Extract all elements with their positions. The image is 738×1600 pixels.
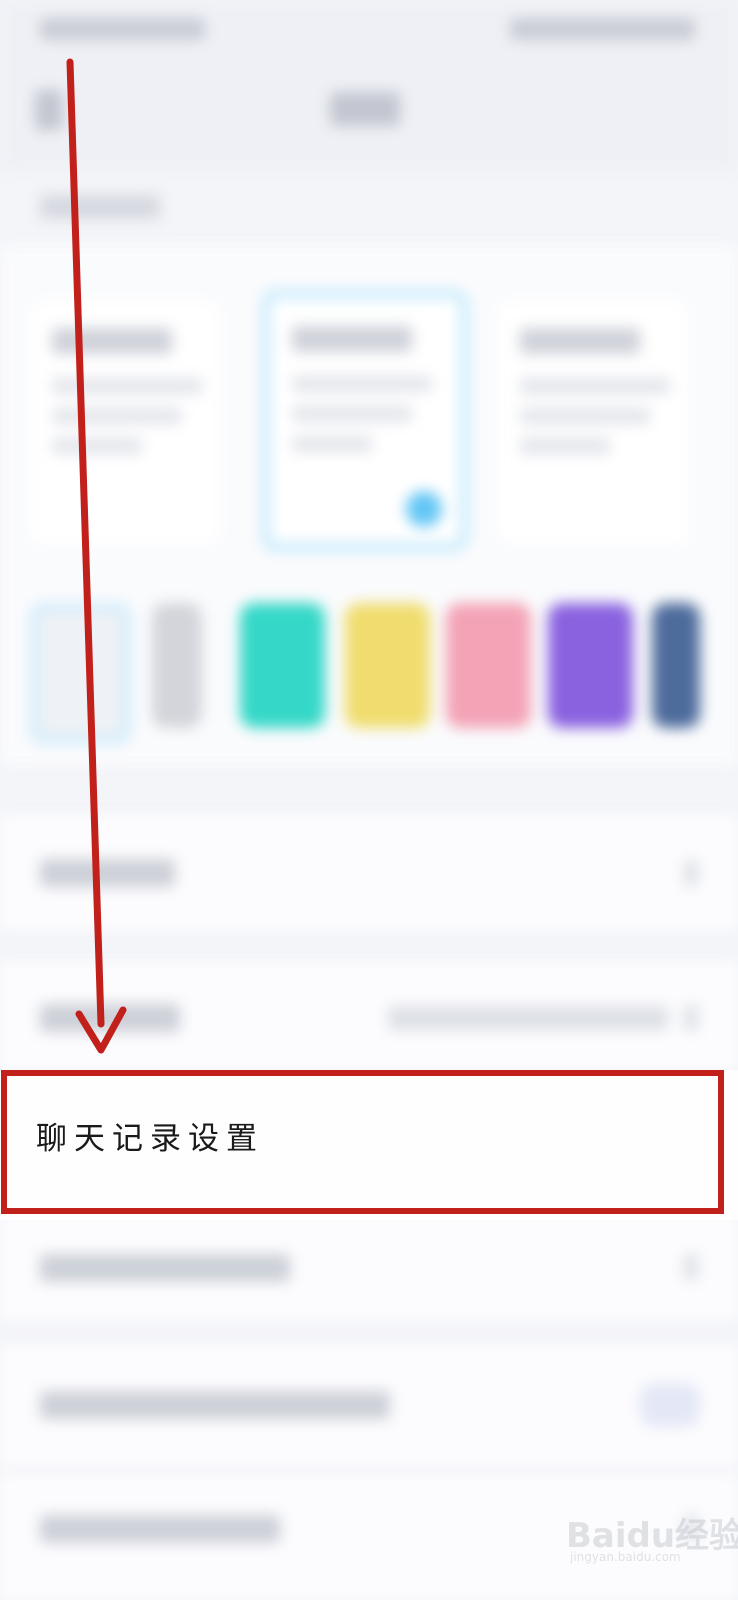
baidu-watermark-logo: Baidu经验 jingyan.baidu.com: [566, 1502, 738, 1572]
watermark-site: jingyan.baidu.com: [570, 1550, 681, 1564]
arrow-shaft: [66, 58, 105, 1028]
down-arrow-icon: [66, 58, 127, 1054]
